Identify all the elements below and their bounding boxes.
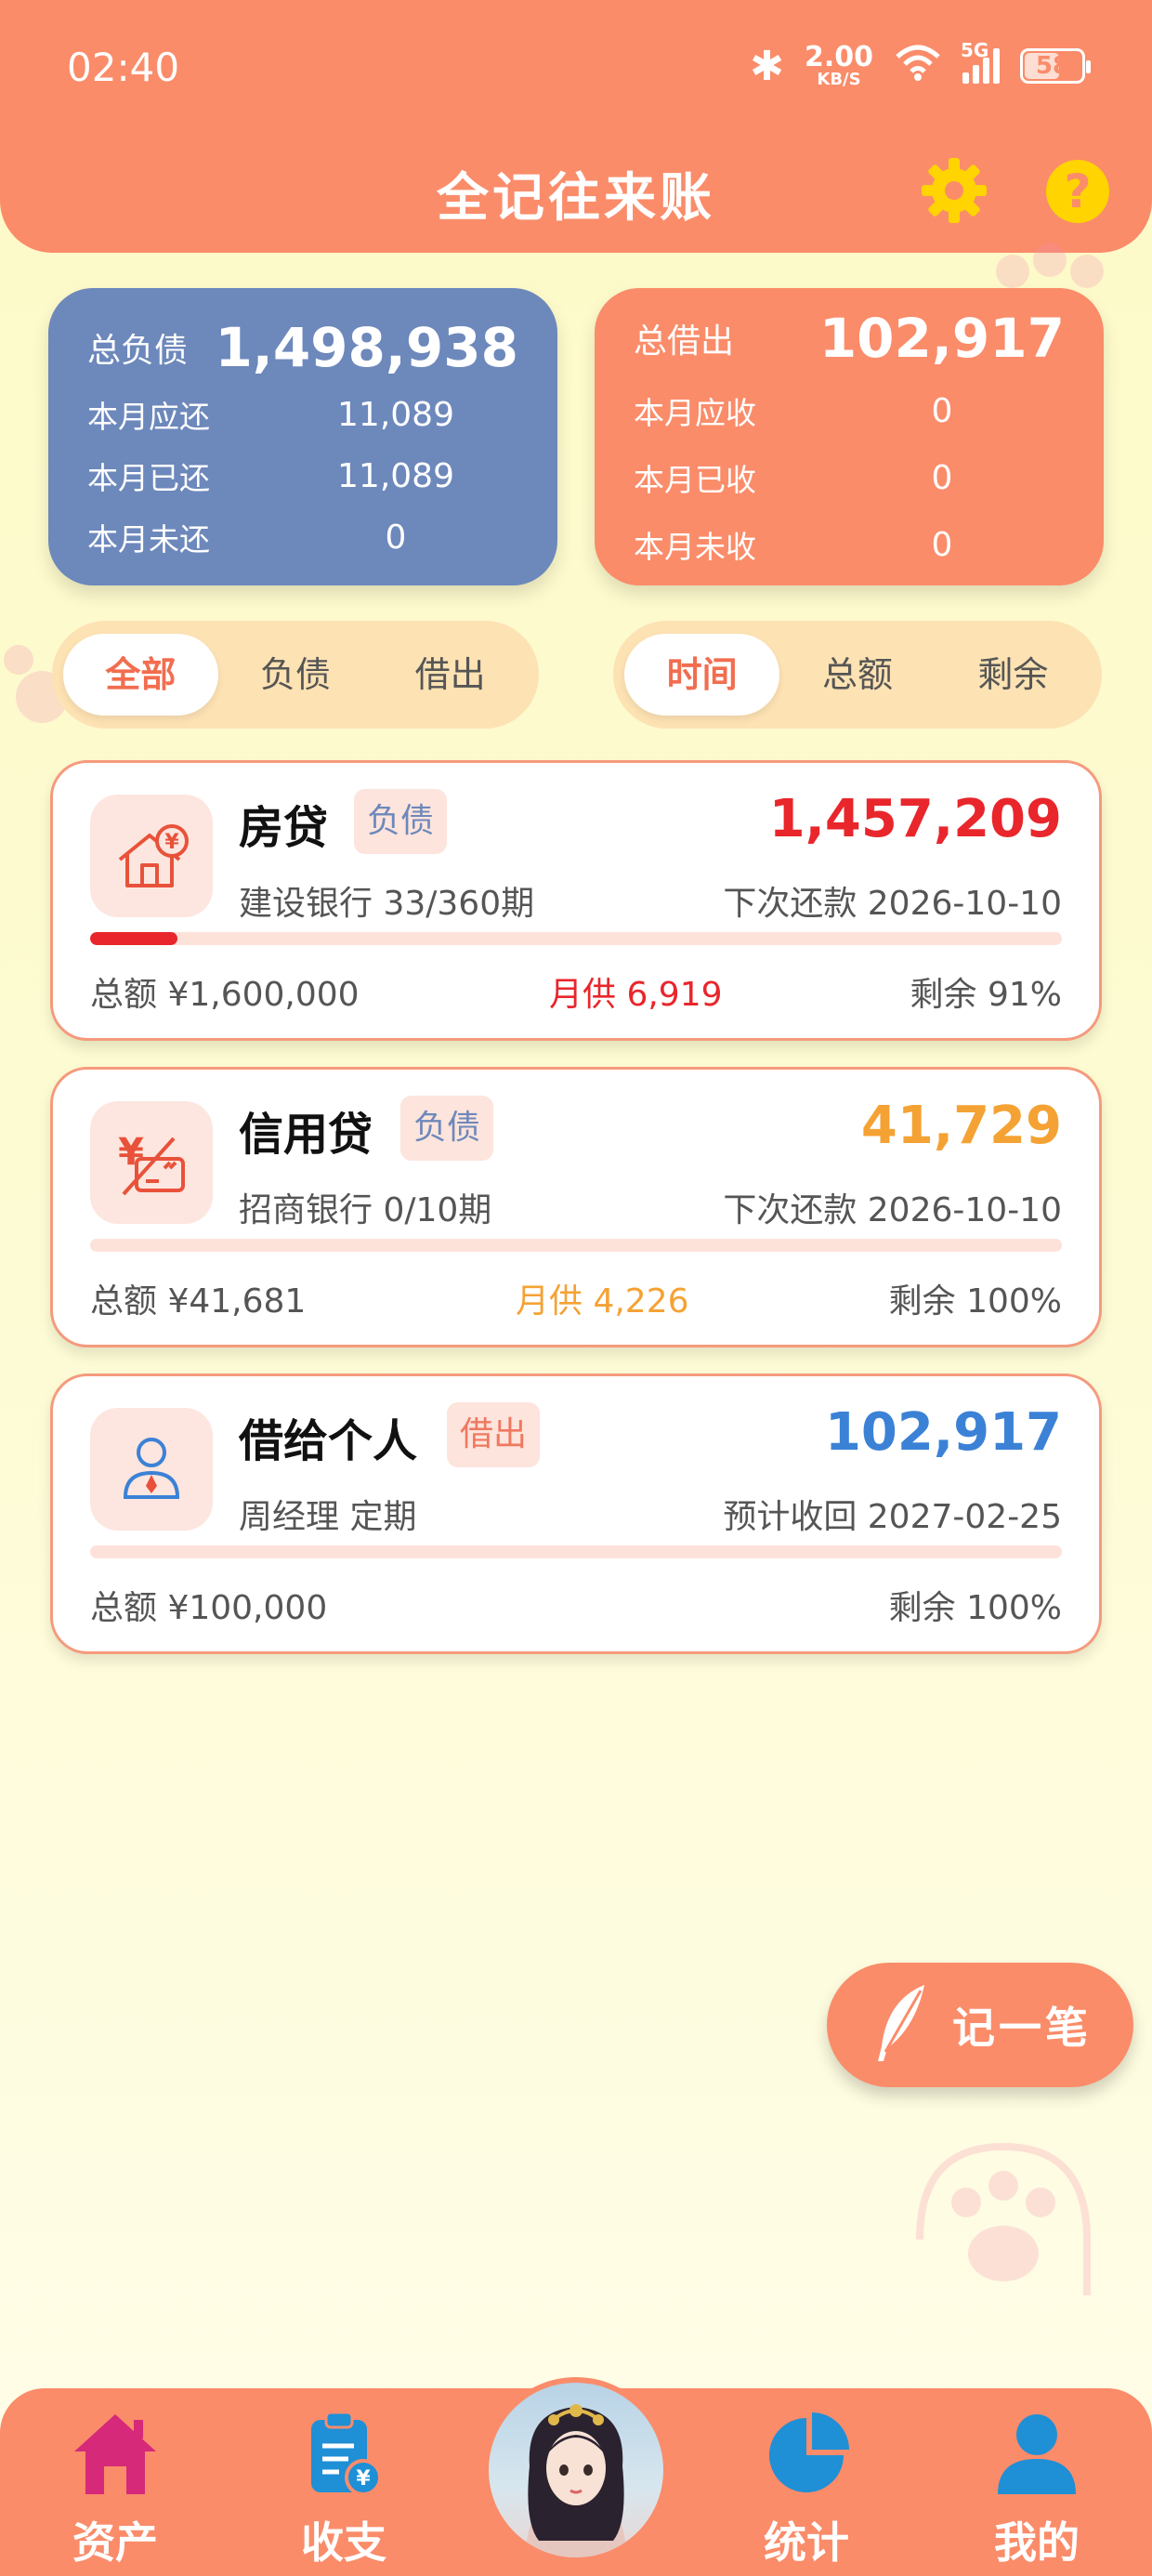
house-yuan-icon: ¥: [90, 795, 213, 917]
entry-tag-debt: 负债: [400, 1096, 494, 1161]
lend-due-label: 本月应收: [634, 395, 756, 431]
nav-item-income-expense[interactable]: ¥ 收支: [269, 2407, 418, 2570]
entry-amount: 1,457,209: [768, 789, 1062, 849]
add-record-button[interactable]: 记一笔: [827, 1963, 1133, 2087]
debt-unpaid-value: 0: [385, 518, 407, 557]
help-icon[interactable]: ?: [1046, 160, 1109, 223]
total-debt-label: 总负债: [87, 332, 189, 370]
debt-paid-value: 11,089: [337, 456, 454, 495]
entry-card-personal-loan[interactable]: 借给个人 借出 102,917 周经理 定期 预计收回 2027-02-25 总…: [50, 1373, 1102, 1654]
person-icon: [90, 1408, 213, 1531]
status-time: 02:40: [67, 45, 180, 90]
debt-due-label: 本月应还: [87, 399, 210, 435]
entry-tag-lend: 借出: [447, 1402, 541, 1467]
entry-next-date: 下次还款 2026-10-10: [723, 885, 1062, 923]
avatar: [489, 2383, 663, 2557]
network-speed-value: 2.00: [804, 41, 873, 73]
lend-received-value: 0: [931, 458, 953, 497]
clipboard-yuan-icon: ¥: [269, 2407, 418, 2500]
entry-next-date: 下次还款 2026-10-10: [723, 1191, 1062, 1229]
entry-remaining: 剩余 91%: [910, 976, 1062, 1014]
debt-paid-label: 本月已还: [87, 460, 210, 496]
lend-summary-card[interactable]: 总借出 102,917 本月应收 0 本月已收 0 本月未收 0: [595, 288, 1104, 585]
nav-item-statistics[interactable]: 统计: [732, 2407, 881, 2570]
nav-label-income-expense: 收支: [301, 2517, 386, 2568]
nav-item-mine[interactable]: 我的: [962, 2407, 1111, 2570]
sort-time[interactable]: 时间: [624, 634, 780, 716]
entry-card-credit-loan[interactable]: ¥ 信用贷 负债 41,729 招商银行 0/10期 下次还款 2026-10-…: [50, 1067, 1102, 1347]
debt-summary-card[interactable]: 总负债 1,498,938 本月应还 11,089 本月已还 11,089 本月…: [48, 288, 557, 585]
cell-signal-label: 5G: [961, 39, 989, 61]
total-lend-label: 总借出: [634, 322, 735, 361]
entry-total: 总额 ¥41,681: [90, 1282, 307, 1321]
entry-name: 信用贷: [239, 1109, 373, 1161]
entry-card-mortgage[interactable]: ¥ 房贷 负债 1,457,209 建设银行 33/360期 下次还款 2026…: [50, 760, 1102, 1041]
filter-debt[interactable]: 负债: [218, 634, 373, 716]
entry-amount: 41,729: [860, 1096, 1062, 1156]
entry-progress-fill: [90, 932, 178, 945]
svg-text:¥: ¥: [356, 2467, 371, 2491]
entry-progress-bar: [90, 932, 1062, 945]
paw-decoration-icon: [916, 2142, 1091, 2295]
filter-all[interactable]: 全部: [63, 634, 218, 716]
sort-total[interactable]: 总额: [779, 634, 935, 716]
wifi-icon: [894, 41, 942, 91]
feather-pen-icon: [869, 1981, 934, 2069]
entry-remaining: 剩余 100%: [888, 1589, 1062, 1627]
nav-label-assets: 资产: [72, 2517, 158, 2568]
bluetooth-icon: ✱: [750, 42, 784, 90]
cell-signal-icon: 5G: [961, 39, 1000, 84]
entry-subtitle: 周经理 定期: [239, 1498, 417, 1536]
svg-text:¥: ¥: [118, 1131, 144, 1174]
gear-icon[interactable]: [920, 156, 988, 225]
lend-due-value: 0: [931, 391, 953, 430]
user-icon: [962, 2407, 1111, 2500]
pie-chart-icon: [732, 2407, 881, 2500]
entry-total: 总额 ¥1,600,000: [90, 976, 360, 1014]
network-speed-unit: KB/S: [817, 70, 861, 89]
home-icon: [41, 2407, 190, 2500]
entry-monthly-payment: 月供 4,226: [516, 1282, 689, 1321]
nav-label-mine: 我的: [994, 2517, 1080, 2568]
entry-progress-bar: [90, 1239, 1062, 1252]
type-filter: 全部 负债 借出: [52, 621, 539, 729]
app-header: 02:40 ✱ 2.00 KB/S 5G 58 全记往来账 ?: [0, 0, 1152, 253]
entry-name: 借给个人: [239, 1415, 418, 1467]
status-icons: ✱ 2.00 KB/S 5G 58: [750, 39, 1091, 91]
nav-item-assets[interactable]: 资产: [41, 2407, 190, 2570]
lend-unreceived-label: 本月未收: [634, 529, 756, 565]
credit-card-yuan-icon: ¥: [90, 1101, 213, 1224]
entry-name: 房贷: [239, 802, 329, 854]
entry-total: 总额 ¥100,000: [90, 1589, 328, 1627]
entry-progress-bar: [90, 1545, 1062, 1558]
total-lend-value: 102,917: [818, 307, 1065, 370]
lend-unreceived-value: 0: [931, 525, 953, 564]
sort-filter: 时间 总额 剩余: [613, 621, 1102, 729]
avatar-button[interactable]: [483, 2377, 669, 2563]
battery-icon: 58: [1020, 48, 1091, 84]
entry-amount: 102,917: [824, 1402, 1062, 1463]
lend-received-label: 本月已收: [634, 462, 756, 498]
nav-label-statistics: 统计: [764, 2517, 849, 2568]
add-record-label: 记一笔: [952, 2003, 1092, 2053]
entry-tag-debt: 负债: [354, 789, 448, 854]
entry-expected-return-date: 预计收回 2027-02-25: [723, 1498, 1062, 1536]
battery-level: 58: [1035, 52, 1070, 80]
filter-lend[interactable]: 借出: [373, 634, 528, 716]
debt-due-value: 11,089: [337, 395, 454, 434]
svg-text:¥: ¥: [164, 831, 179, 854]
entry-remaining: 剩余 100%: [888, 1282, 1062, 1321]
network-speed: 2.00 KB/S: [805, 44, 873, 88]
entry-subtitle: 招商银行 0/10期: [239, 1191, 492, 1229]
entry-monthly-payment: 月供 6,919: [549, 976, 723, 1014]
entry-subtitle: 建设银行 33/360期: [239, 885, 535, 923]
total-debt-value: 1,498,938: [215, 316, 518, 379]
debt-unpaid-label: 本月未还: [87, 521, 210, 558]
sort-remaining[interactable]: 剩余: [936, 634, 1091, 716]
